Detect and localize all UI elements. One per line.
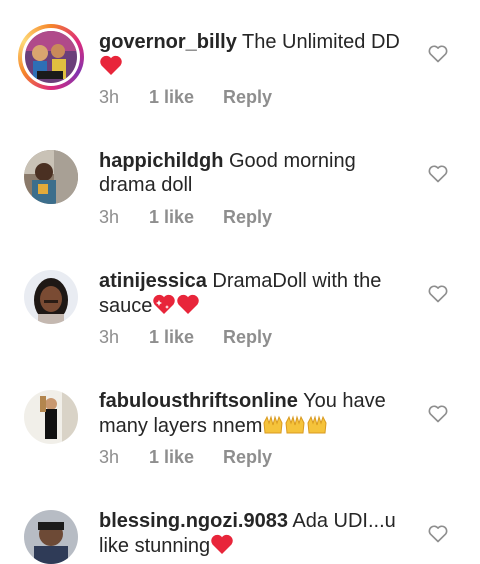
avatar[interactable]	[24, 510, 78, 564]
reply-button[interactable]: Reply	[223, 87, 272, 108]
heart-outline-icon[interactable]	[428, 45, 448, 63]
heart-outline-icon[interactable]	[428, 405, 448, 423]
story-ring-gap	[22, 28, 80, 86]
reply-button[interactable]: Reply	[223, 447, 272, 468]
raising-hands-icon	[262, 413, 284, 441]
sparkling-heart-icon	[152, 293, 176, 321]
comment-likes[interactable]: 1 like	[149, 207, 223, 228]
heart-outline-icon[interactable]	[428, 525, 448, 543]
raising-hands-icon	[306, 413, 328, 441]
comment-likes[interactable]: 1 like	[149, 447, 223, 468]
comment-username[interactable]: happichildgh	[99, 150, 223, 172]
comment-username[interactable]: fabulousthriftsonline	[99, 390, 298, 412]
reply-button[interactable]: Reply	[223, 207, 272, 228]
comment-text: governor_billy The Unlimited DD	[99, 30, 404, 82]
comment-username[interactable]: blessing.ngozi.9083	[99, 510, 288, 532]
comment-time: 3h	[99, 207, 120, 227]
comment-likes[interactable]: 1 like	[149, 87, 223, 108]
red-heart-icon	[99, 54, 123, 82]
reply-button[interactable]: Reply	[223, 327, 272, 348]
comment-text: fabulousthriftsonline You have many laye…	[99, 389, 404, 441]
comment-likes[interactable]: 1 like	[149, 327, 223, 348]
comment-meta: 3h 1 like Reply	[99, 327, 272, 348]
comment-text: atinijessica DramaDoll with the sauce	[99, 269, 404, 321]
heart-outline-icon[interactable]	[428, 165, 448, 183]
comment-meta: 3h 1 like Reply	[99, 447, 272, 468]
comment-time: 3h	[99, 447, 120, 467]
raising-hands-icon	[284, 413, 306, 441]
comment-text: blessing.ngozi.9083 Ada UDI...u like stu…	[99, 509, 404, 561]
comment-meta: 3h 1 like Reply	[99, 207, 272, 228]
comment-username[interactable]: governor_billy	[99, 31, 237, 53]
avatar[interactable]	[18, 24, 84, 90]
comment-text: happichildgh Good morning drama doll	[99, 149, 404, 197]
avatar[interactable]	[24, 270, 78, 324]
avatar[interactable]	[24, 150, 78, 204]
red-heart-icon	[210, 533, 234, 561]
comment-time: 3h	[99, 87, 120, 107]
comment-body: The Unlimited DD	[242, 31, 400, 53]
heart-outline-icon[interactable]	[428, 285, 448, 303]
avatar[interactable]	[24, 390, 78, 444]
avatar-image	[25, 31, 77, 83]
comment-username[interactable]: atinijessica	[99, 270, 207, 292]
comment-meta: 3h 1 like Reply	[99, 87, 272, 108]
red-heart-icon	[176, 293, 200, 321]
comment-time: 3h	[99, 327, 120, 347]
